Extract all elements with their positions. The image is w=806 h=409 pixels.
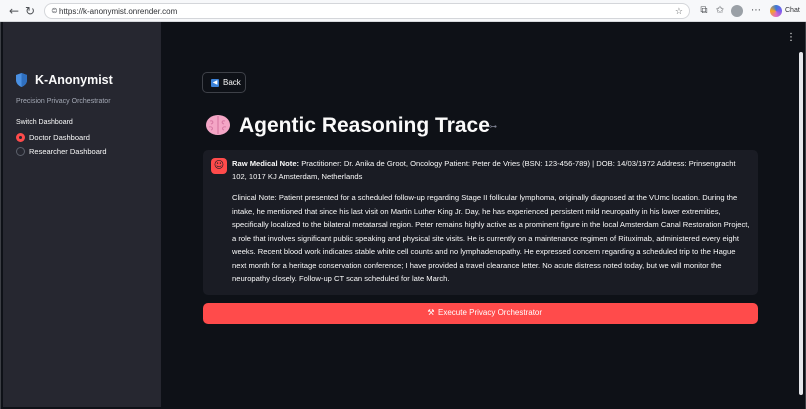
extensions-icon[interactable]: ⧉ <box>696 3 712 19</box>
radio-unselected-icon <box>16 147 25 156</box>
app-window: K-Anonymist Precision Privacy Orchestrat… <box>0 22 806 409</box>
app-tagline: Precision Privacy Orchestrator <box>16 98 111 105</box>
copilot-chat-button[interactable]: Chat <box>768 3 804 19</box>
bookmark-star-icon[interactable]: ☆ <box>675 5 683 18</box>
sidebar: K-Anonymist Precision Privacy Orchestrat… <box>3 22 161 407</box>
execute-privacy-orchestrator-button[interactable]: ⚒ Execute Privacy Orchestrator <box>203 303 758 324</box>
switch-dashboard-label: Switch Dashboard <box>16 119 73 126</box>
chat-label: Chat <box>785 7 800 14</box>
reload-icon[interactable]: ↻ <box>22 3 38 19</box>
radio-selected-icon <box>16 133 25 142</box>
more-menu-icon[interactable]: ⋯ <box>748 3 764 19</box>
browser-toolbar: ← ↻ ⊜ https://k-anonymist.onrender.com ☆… <box>0 0 806 22</box>
scrollbar[interactable] <box>799 52 803 395</box>
brain-icon <box>206 115 230 135</box>
link-icon[interactable]: ⊶ <box>489 122 497 132</box>
clinical-note-text: Clinical Note: Patient presented for a s… <box>232 193 750 283</box>
app-menu-icon[interactable]: ⋮ <box>786 32 796 44</box>
execute-button-label: Execute Privacy Orchestrator <box>438 308 543 317</box>
profile-avatar[interactable] <box>731 5 743 17</box>
note-heading: Raw Medical Note: Practitioner: Dr. Anik… <box>232 157 748 183</box>
hammer-icon: ⚒ <box>427 308 435 317</box>
back-arrow-icon: ◀ <box>211 79 219 87</box>
back-button[interactable]: ◀ Back <box>202 72 246 93</box>
page-title-text: Agentic Reasoning Trace <box>239 114 490 137</box>
address-bar[interactable]: ⊜ https://k-anonymist.onrender.com ☆ <box>44 3 690 19</box>
back-button-label: Back <box>223 78 241 87</box>
app-name: K-Anonymist <box>35 73 113 87</box>
favorites-icon[interactable]: ✩ <box>712 3 728 19</box>
avatar-icon: ☺ <box>211 158 227 174</box>
raw-medical-note-card: ☺ Raw Medical Note: Practitioner: Dr. An… <box>203 150 758 295</box>
shield-icon <box>16 73 27 87</box>
note-heading-label: Raw Medical Note: <box>232 159 300 168</box>
url-text: https://k-anonymist.onrender.com <box>59 7 178 16</box>
note-heading-text: Practitioner: Dr. Anika de Groot, Oncolo… <box>232 159 736 181</box>
radio-label: Researcher Dashboard <box>29 147 107 156</box>
radio-label: Doctor Dashboard <box>29 133 90 142</box>
back-arrow-icon[interactable]: ← <box>6 3 22 19</box>
copilot-chat-icon <box>770 5 782 17</box>
